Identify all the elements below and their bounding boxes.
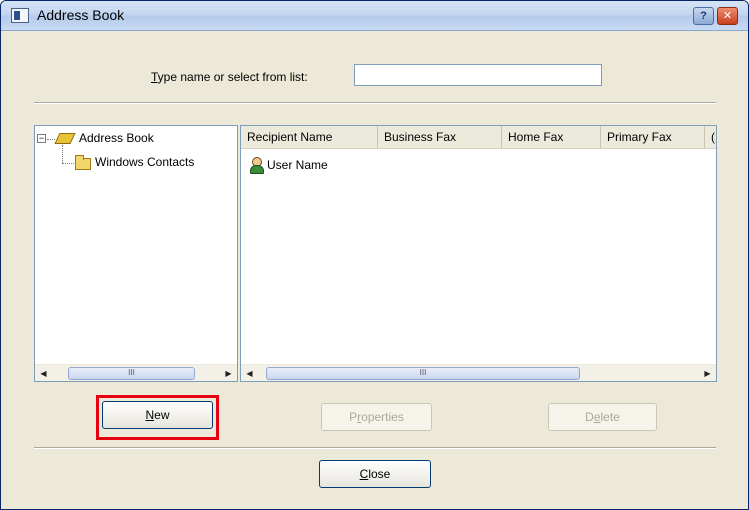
tree-connector xyxy=(62,163,74,164)
tree-expander-toggle[interactable]: − xyxy=(37,134,46,143)
column-header-primary-fax[interactable]: Primary Fax xyxy=(601,126,705,148)
window-close-button[interactable]: ✕ xyxy=(717,7,738,25)
tree-connector xyxy=(47,139,55,140)
scroll-right-arrow-icon[interactable]: ▶ xyxy=(699,365,716,382)
window-title: Address Book xyxy=(37,7,125,23)
column-header-home-fax[interactable]: Home Fax xyxy=(502,126,601,148)
recipient-list[interactable]: Recipient Name Business Fax Home Fax Pri… xyxy=(240,125,717,382)
search-label-accel: T xyxy=(151,70,158,84)
properties-button-prefix: P xyxy=(349,410,358,424)
list-scroll-thumb[interactable]: III xyxy=(266,367,580,380)
scroll-left-arrow-icon[interactable]: ◀ xyxy=(35,365,52,382)
tree-scroll-thumb[interactable]: III xyxy=(68,367,195,380)
search-input[interactable] xyxy=(354,64,602,86)
new-button-highlight xyxy=(96,395,219,440)
address-book-icon xyxy=(54,133,76,144)
address-book-tree[interactable]: − Address Book Windows Contacts ◀ III ▶ xyxy=(34,125,238,382)
list-header: Recipient Name Business Fax Home Fax Pri… xyxy=(241,126,716,149)
delete-button-label: lete xyxy=(600,410,620,424)
search-label-text: ype name or select from list: xyxy=(157,70,308,84)
contact-person-icon xyxy=(249,157,264,174)
list-horizontal-scrollbar[interactable]: ◀ III ▶ xyxy=(241,364,716,381)
column-header-recipient-name[interactable]: Recipient Name xyxy=(241,126,378,148)
properties-button-label: operties xyxy=(361,410,404,424)
delete-button-prefix: D xyxy=(585,410,594,424)
column-header-truncated[interactable]: ( xyxy=(705,126,716,148)
address-book-app-icon xyxy=(11,8,29,23)
close-button[interactable]: Close xyxy=(319,460,431,488)
properties-button[interactable]: Properties xyxy=(321,403,432,431)
tree-item-windows-contacts[interactable]: Windows Contacts xyxy=(95,155,194,169)
search-label: Type name or select from list: xyxy=(151,70,308,84)
delete-button[interactable]: Delete xyxy=(548,403,657,431)
address-book-window: Address Book ? ✕ Type name or select fro… xyxy=(0,0,749,510)
contacts-folder-icon xyxy=(75,155,91,170)
help-button[interactable]: ? xyxy=(693,7,714,25)
tree-horizontal-scrollbar[interactable]: ◀ III ▶ xyxy=(35,364,237,381)
tree-connector xyxy=(62,145,63,163)
scroll-left-arrow-icon[interactable]: ◀ xyxy=(241,365,258,382)
column-header-business-fax[interactable]: Business Fax xyxy=(378,126,502,148)
title-bar[interactable]: Address Book ? ✕ xyxy=(1,1,748,31)
list-item-user-name[interactable]: User Name xyxy=(267,158,328,172)
scroll-right-arrow-icon[interactable]: ▶ xyxy=(220,365,237,382)
delete-button-accel: e xyxy=(593,410,601,424)
tree-item-address-book[interactable]: Address Book xyxy=(79,131,154,145)
top-divider xyxy=(34,102,716,104)
close-button-label: lose xyxy=(368,467,391,481)
bottom-divider xyxy=(34,447,716,449)
